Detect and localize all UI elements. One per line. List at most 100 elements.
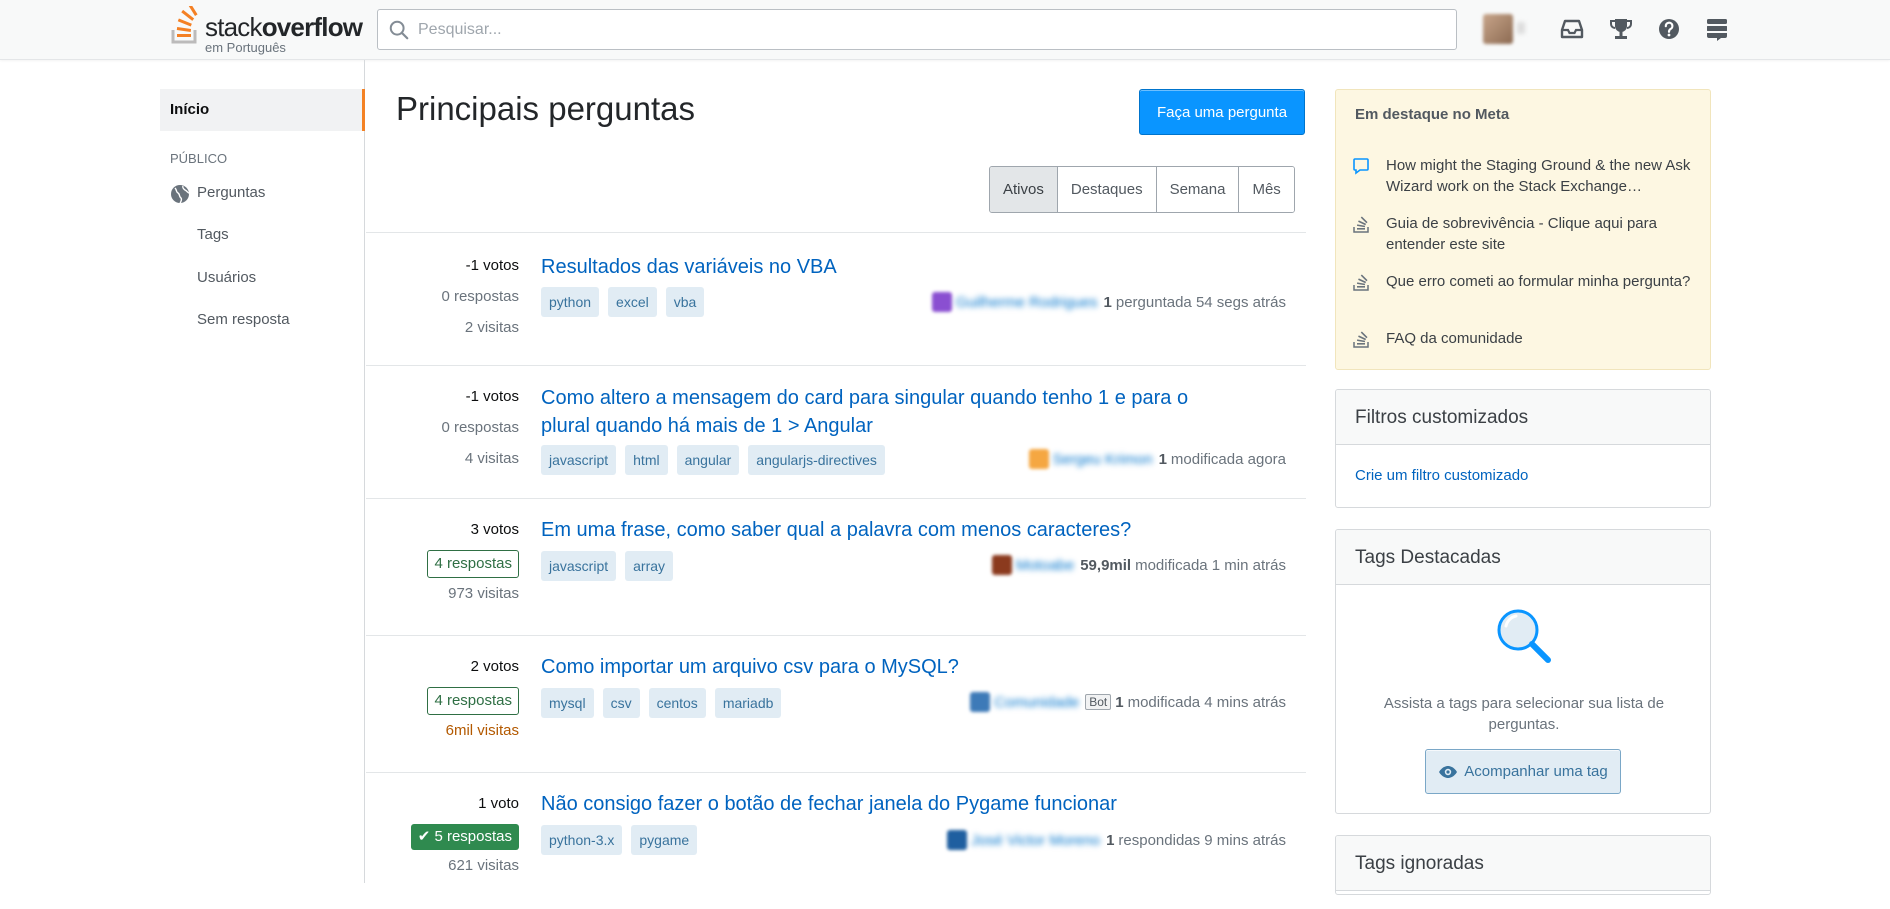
activity-time[interactable]: perguntada 54 segs atrás (1116, 294, 1286, 311)
user-avatar[interactable] (1028, 449, 1049, 469)
blog-post-icon (1353, 158, 1369, 175)
tag-link[interactable]: excel (608, 287, 657, 317)
activity-time[interactable]: modificada 4 mins atrás (1128, 694, 1286, 711)
tag-link[interactable]: javascript (541, 445, 617, 475)
question-title-link[interactable]: Não consigo fazer o botão de fechar jane… (541, 790, 1241, 818)
tag-link[interactable]: array (625, 551, 674, 581)
question-tags: python excel vba (541, 287, 705, 317)
meta-post-text[interactable]: FAQ da comunidade (1386, 328, 1698, 349)
meta-post-text[interactable]: Que erro cometi ao formular minha pergun… (1386, 271, 1698, 292)
user-avatar[interactable] (947, 830, 968, 850)
question-summary: 3 votos 4 respostas 973 visitas Em uma f… (366, 498, 1306, 635)
stack-logo-icon (171, 6, 198, 44)
tag-link[interactable]: javascript (541, 551, 617, 581)
watched-tags-title: Tags Destacadas (1336, 530, 1710, 585)
filter-tab-active[interactable]: Ativos (990, 167, 1058, 212)
activity-time[interactable]: modificada 1 min atrás (1135, 557, 1286, 574)
site-switcher-icon[interactable] (1704, 16, 1730, 42)
user-name-link[interactable]: José Victor Moreno (971, 832, 1100, 849)
tag-link[interactable]: centos (648, 688, 706, 718)
left-sidebar: Início PÚBLICO Perguntas Tags Usuários S… (160, 60, 365, 883)
user-name-link[interactable]: Comunidade (994, 694, 1079, 711)
user-reputation (1517, 22, 1525, 34)
bot-badge: Bot (1085, 694, 1112, 710)
page-title: Principais perguntas (396, 90, 695, 127)
answer-count-badge: 4 respostas (427, 687, 519, 715)
trophy-icon[interactable] (1608, 16, 1634, 42)
question-summary: -1 votos 0 respostas 2 visitas Resultado… (366, 232, 1306, 365)
answer-count-badge: 4 respostas (427, 550, 519, 578)
logo-text: stackoverflow (205, 12, 363, 42)
filter-tab-week[interactable]: Semana (1156, 167, 1240, 212)
question-stats: -1 votos 0 respostas 4 visitas (441, 386, 519, 479)
question-list: -1 votos 0 respostas 2 visitas Resultado… (366, 232, 1306, 909)
user-avatar[interactable] (970, 692, 991, 712)
help-icon[interactable] (1656, 16, 1682, 42)
question-user-card: Comunidade Bot 1 modificada 4 mins atrás (970, 692, 1286, 712)
user-avatar[interactable] (931, 292, 952, 312)
question-summary: 2 votos 4 respostas 6mil visitas Como im… (366, 635, 1306, 772)
user-reputation: 59,9mil (1080, 556, 1132, 574)
question-summary: -1 votos 0 respostas 4 visitas Como alte… (366, 365, 1306, 498)
sidebar-item-tags[interactable]: Tags (197, 226, 229, 243)
answer-count: 0 respostas (441, 288, 519, 305)
question-title-link[interactable]: Como importar um arquivo csv para o MySQ… (541, 653, 1241, 681)
watch-tag-button[interactable]: Acompanhar uma tag (1425, 749, 1621, 794)
tag-link[interactable]: angularjs-directives (748, 445, 885, 475)
vote-count: 2 votos (470, 658, 519, 675)
user-name-link[interactable]: Motoabe (1016, 557, 1074, 574)
question-summary: 1 voto ✔ 5 respostas 621 visitas Não con… (366, 772, 1306, 909)
magnifier-icon (1497, 609, 1551, 663)
tag-link[interactable]: angular (676, 445, 740, 475)
ask-question-button[interactable]: Faça uma pergunta (1139, 89, 1305, 135)
question-title-link[interactable]: Resultados das variáveis no VBA (541, 253, 1241, 281)
question-stats: 2 votos 4 respostas 6mil visitas (427, 656, 519, 751)
user-name-link[interactable]: Guilherme Rodrigues (956, 294, 1098, 311)
sidebar-item-users[interactable]: Usuários (197, 269, 256, 286)
question-filter-tabs: Ativos Destaques Semana Mês (989, 166, 1295, 213)
view-count: 621 visitas (448, 857, 519, 874)
question-title-link[interactable]: Como altero a mensagem do card para sing… (541, 384, 1241, 440)
site-logo[interactable]: stackoverflow em Português (169, 4, 363, 55)
question-tags: javascript html angular angularjs-direct… (541, 445, 885, 475)
inbox-icon[interactable] (1559, 16, 1585, 42)
tag-link[interactable]: mysql (541, 688, 594, 718)
meta-post-text[interactable]: How might the Staging Ground & the new A… (1386, 155, 1698, 197)
filter-tab-featured[interactable]: Destaques (1057, 167, 1157, 212)
sidebar-item-home[interactable]: Início (160, 89, 365, 131)
answer-count: 0 respostas (441, 419, 519, 436)
search-input[interactable] (418, 10, 1448, 49)
tag-link[interactable]: python-3.x (541, 825, 623, 855)
sidebar-item-questions[interactable]: Perguntas (197, 184, 265, 201)
tag-link[interactable]: csv (602, 688, 640, 718)
sidebar-section-public: PÚBLICO (170, 151, 228, 166)
filter-tab-month[interactable]: Mês (1239, 167, 1294, 212)
question-user-card: José Victor Moreno 1 respondidas 9 mins … (947, 830, 1286, 850)
user-avatar[interactable] (1483, 14, 1513, 44)
tag-link[interactable]: python (541, 287, 600, 317)
tag-link[interactable]: html (625, 445, 668, 475)
sidebar-item-unanswered[interactable]: Sem resposta (197, 311, 290, 328)
top-bar: stackoverflow em Português (0, 0, 1890, 60)
user-name-link[interactable]: Sergeu Krimon (1053, 451, 1153, 468)
logo-subtitle: em Português (205, 40, 286, 55)
activity-time[interactable]: respondidas 9 mins atrás (1118, 832, 1286, 849)
featured-meta-title: Em destaque no Meta (1355, 106, 1510, 123)
meta-post-text[interactable]: Guia de sobrevivência - Clique aqui para… (1386, 213, 1698, 255)
tag-link[interactable]: vba (665, 287, 705, 317)
question-user-card: Sergeu Krimon 1 modificada agora (1028, 449, 1286, 469)
search-box[interactable] (377, 9, 1457, 50)
question-title-link[interactable]: Em uma frase, como saber qual a palavra … (541, 516, 1241, 544)
stack-meta-icon (1353, 274, 1369, 291)
featured-meta-box: Em destaque no Meta How might the Stagin… (1335, 89, 1711, 370)
tag-link[interactable]: mariadb (714, 688, 782, 718)
vote-count: 3 votos (470, 521, 519, 538)
question-stats: 1 voto ✔ 5 respostas 621 visitas (410, 793, 519, 886)
activity-time[interactable]: modificada agora (1171, 451, 1286, 468)
view-count: 4 visitas (464, 450, 519, 467)
create-custom-filter-link[interactable]: Crie um filtro customizado (1355, 467, 1528, 484)
tag-link[interactable]: pygame (631, 825, 698, 855)
answer-count: 5 respostas (434, 828, 512, 845)
user-avatar[interactable] (991, 555, 1012, 575)
question-user-card: Motoabe 59,9mil modificada 1 min atrás (991, 555, 1286, 575)
